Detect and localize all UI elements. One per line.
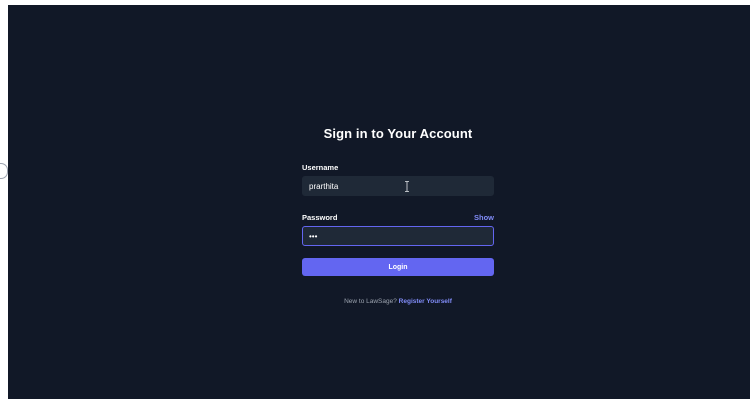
login-form: Sign in to Your Account Username prarthi… [302,126,494,305]
register-prompt: New to LawSage? Register Yourself [302,298,494,305]
password-value: ••• [309,231,318,241]
username-label: Username [302,162,339,172]
side-handle[interactable] [0,163,8,179]
username-value: prarthita [309,181,339,191]
username-field[interactable]: prarthita [302,176,494,196]
text-cursor-icon [405,181,409,192]
password-field[interactable]: ••• [302,226,494,246]
show-password-button[interactable]: Show [474,213,494,222]
login-button[interactable]: Login [302,258,494,276]
register-prompt-text: New to LawSage? [344,298,397,305]
password-label: Password [302,212,338,222]
login-page: Sign in to Your Account Username prarthi… [8,5,750,399]
password-label-row: Password Show [302,211,494,223]
username-label-row: Username [302,161,494,173]
page-title: Sign in to Your Account [323,126,473,141]
register-link[interactable]: Register Yourself [399,298,452,305]
